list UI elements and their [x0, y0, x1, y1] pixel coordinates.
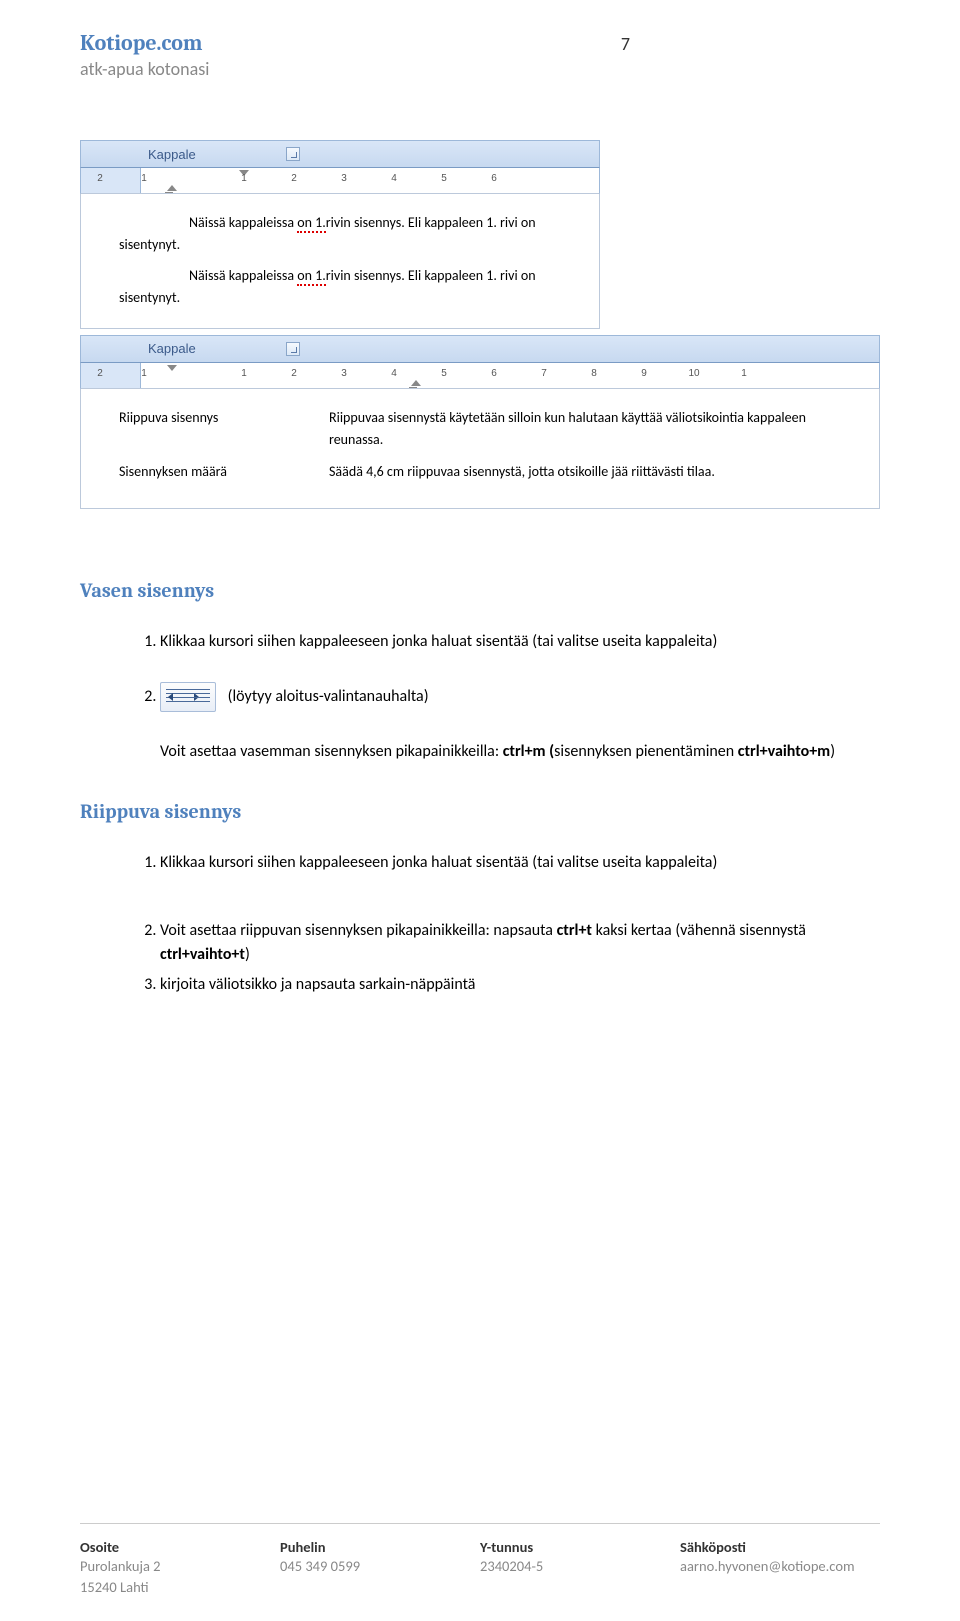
footer-value: Purolankuja 2: [80, 1556, 280, 1576]
ruler-tick: [169, 368, 219, 379]
footer-value: aarno.hyvonen@kotiope.com: [680, 1556, 880, 1576]
steps-list: Klikkaa kursori siihen kappaleeseen jonk…: [160, 851, 880, 997]
ruler-tick: 1: [219, 368, 269, 379]
row-body: Säädä 4,6 cm riippuvaa sisennystä, jotta…: [329, 461, 851, 483]
dialog-launcher-icon: [286, 342, 300, 356]
footer-heading: Puhelin: [280, 1538, 480, 1556]
word-screenshot-2: Kappale 2 1 1 2 3 4 5 6 7 8 9 10 1 Riipp…: [80, 335, 880, 509]
footer-heading: Sähköposti: [680, 1538, 880, 1556]
text: sisennyksen pienentäminen: [554, 742, 738, 761]
ribbon-group-label: Kappale: [148, 341, 196, 356]
indent-buttons-icon: [160, 682, 216, 712]
step-item: Voit asettaa riippuvan sisennyksen pikap…: [160, 919, 880, 967]
keyboard-shortcut: ctrl+m (: [503, 742, 554, 761]
ruler: 2 1 1 2 3 4 5 6: [80, 168, 600, 194]
document-area: Näissä kappaleissa on 1.rivin sisennys. …: [80, 194, 600, 329]
hanging-indent-row: Sisennyksen määrä Säädä 4,6 cm riippuvaa…: [119, 461, 851, 483]
ruler: 2 1 1 2 3 4 5 6 7 8 9 10 1: [80, 363, 880, 389]
ruler-tick: 1: [719, 368, 769, 379]
keyboard-shortcut: ctrl+t: [557, 921, 592, 940]
ribbon-panel: Kappale: [80, 140, 600, 168]
text: rivin sisennys. Eli kappaleen 1. rivi on…: [119, 267, 536, 306]
row-label: Riippuva sisennys: [119, 407, 329, 452]
text: rivin sisennys. Eli kappaleen 1. rivi on…: [119, 214, 536, 253]
footer-col-business-id: Y-tunnus 2340204-5: [480, 1538, 680, 1597]
spelling-squiggle: on 1.: [297, 214, 326, 233]
ruler-tick: 9: [619, 368, 669, 379]
step-item: Klikkaa kursori siihen kappaleeseen jonk…: [160, 851, 880, 875]
steps-list: Klikkaa kursori siihen kappaleeseen jonk…: [160, 630, 880, 712]
ruler-tick: 2: [81, 368, 119, 379]
ruler-tick: 7: [519, 368, 569, 379]
heading-vasen-sisennys: Vasen sisennys: [80, 579, 880, 602]
page-number: 7: [621, 33, 630, 55]
text: kaksi kertaa (vähennä sisennystä: [592, 921, 806, 940]
keyboard-shortcut: ctrl+vaihto+t: [160, 945, 245, 964]
page-footer: Osoite Purolankuja 2 15240 Lahti Puhelin…: [80, 1523, 880, 1597]
row-label: Sisennyksen määrä: [119, 461, 329, 483]
step-item: (löytyy aloitus-valintanauhalta): [160, 682, 880, 712]
footer-col-address: Osoite Purolankuja 2 15240 Lahti: [80, 1538, 280, 1597]
spelling-squiggle: on 1.: [297, 267, 326, 286]
footer-value: 045 349 0599: [280, 1556, 480, 1576]
ribbon-panel: Kappale: [80, 335, 880, 363]
ribbon-group-label: Kappale: [148, 147, 196, 162]
step-text: (löytyy aloitus-valintanauhalta): [224, 687, 429, 706]
footer-value: 2340204-5: [480, 1556, 680, 1576]
ruler-tick: 1: [119, 173, 169, 184]
dialog-launcher-icon: [286, 147, 300, 161]
ruler-tick: 5: [419, 368, 469, 379]
text: Näissä kappaleissa: [189, 267, 297, 284]
footer-col-phone: Puhelin 045 349 0599: [280, 1538, 480, 1597]
ruler-tick: 5: [419, 173, 469, 184]
text: ): [245, 945, 250, 964]
ruler-tick: 6: [469, 173, 519, 184]
ruler-tick: 2: [269, 173, 319, 184]
ruler-tick: [169, 173, 219, 184]
footer-col-email: Sähköposti aarno.hyvonen@kotiope.com: [680, 1538, 880, 1597]
word-screenshot-1: Kappale 2 1 1 2 3 4 5 6 Näissä kappaleis…: [80, 140, 600, 329]
text: ): [830, 742, 835, 761]
ruler-tick: 10: [669, 368, 719, 379]
ruler-tick: 2: [81, 173, 119, 184]
brand-tagline: atk-apua kotonasi: [80, 58, 209, 80]
step-item: kirjoita väliotsikko ja napsauta sarkain…: [160, 973, 880, 997]
keyboard-shortcut: ctrl+vaihto+m: [738, 742, 830, 761]
body-paragraph: Voit asettaa vasemman sisennyksen pikapa…: [160, 740, 880, 764]
page-header: Kotiope.com atk-apua kotonasi 7: [80, 30, 880, 80]
footer-value: 15240 Lahti: [80, 1577, 280, 1597]
step-item: Klikkaa kursori siihen kappaleeseen jonk…: [160, 630, 880, 654]
paragraph: Näissä kappaleissa on 1.rivin sisennys. …: [119, 265, 571, 310]
row-body: Riippuvaa sisennystä käytetään silloin k…: [329, 407, 851, 452]
ruler-tick: 3: [319, 173, 369, 184]
ruler-tick: 6: [469, 368, 519, 379]
brand-title: Kotiope.com: [80, 30, 209, 56]
text: Näissä kappaleissa: [189, 214, 297, 231]
ruler-tick: 4: [369, 368, 419, 379]
ruler-tick: 1: [219, 173, 269, 184]
text: Voit asettaa riippuvan sisennyksen pikap…: [160, 921, 557, 940]
text: Voit asettaa vasemman sisennyksen pikapa…: [160, 742, 503, 761]
document-area: Riippuva sisennys Riippuvaa sisennystä k…: [80, 389, 880, 509]
footer-heading: Osoite: [80, 1538, 280, 1556]
ruler-tick: 1: [119, 368, 169, 379]
ruler-tick: 4: [369, 173, 419, 184]
heading-riippuva-sisennys: Riippuva sisennys: [80, 800, 880, 823]
ruler-tick: 8: [569, 368, 619, 379]
footer-heading: Y-tunnus: [480, 1538, 680, 1556]
ruler-tick: 3: [319, 368, 369, 379]
hanging-indent-row: Riippuva sisennys Riippuvaa sisennystä k…: [119, 407, 851, 452]
paragraph: Näissä kappaleissa on 1.rivin sisennys. …: [119, 212, 571, 257]
ruler-tick: 2: [269, 368, 319, 379]
